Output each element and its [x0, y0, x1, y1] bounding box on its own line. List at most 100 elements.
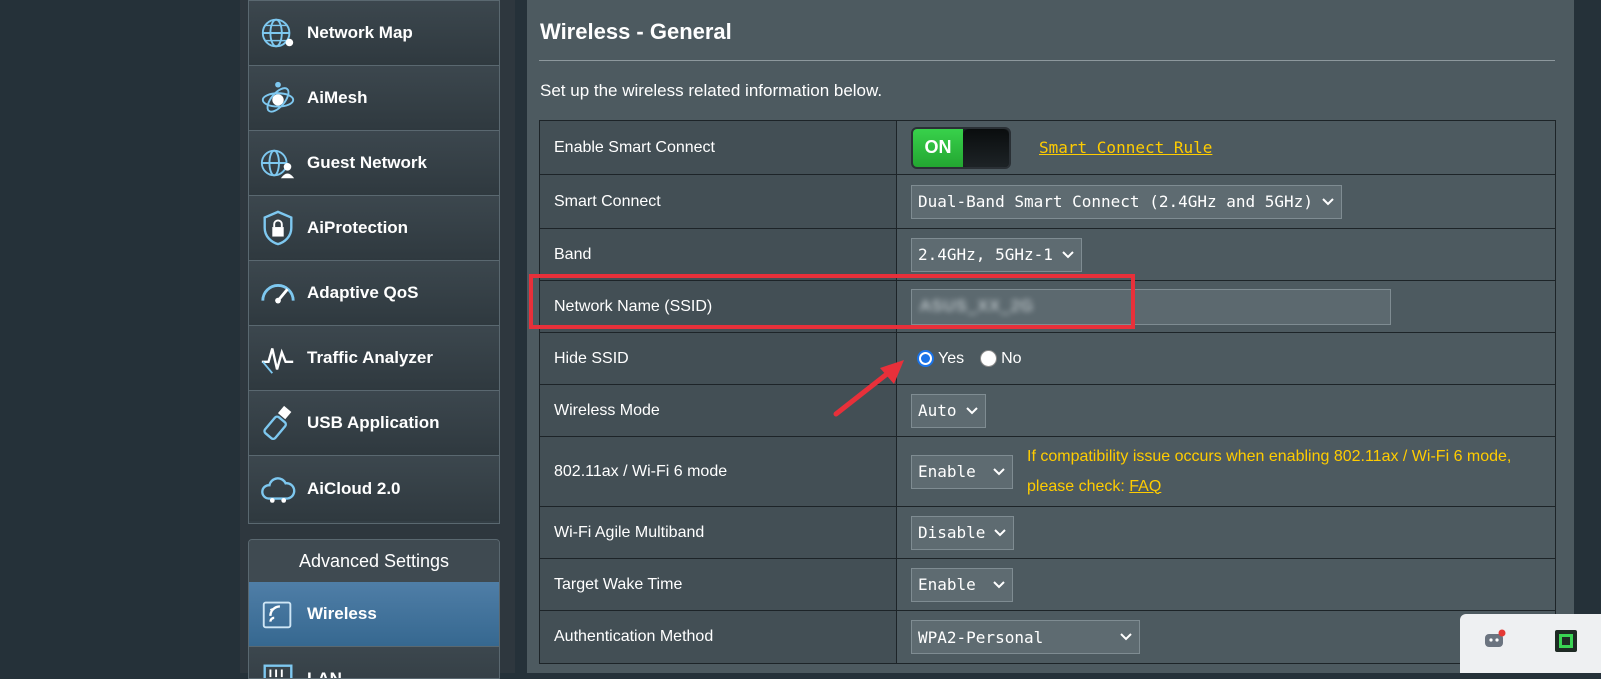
advanced-settings-menu: Advanced Settings Wireless LAN [248, 539, 500, 679]
chat-icon[interactable] [1482, 628, 1508, 659]
row-label: Hide SSID [540, 333, 897, 384]
app-icon[interactable] [1553, 628, 1579, 659]
smart-connect-rule-link[interactable]: Smart Connect Rule [1039, 138, 1212, 157]
lan-icon [257, 658, 299, 678]
sidebar-item-guest-network[interactable]: Guest Network [249, 131, 499, 196]
row-value: Enable If compatibility issue occurs whe… [897, 437, 1555, 506]
row-value: WPA2-Personal [897, 611, 1555, 663]
row-label: Enable Smart Connect [540, 121, 897, 174]
usb-application-icon [257, 402, 299, 444]
row-label: Authentication Method [540, 611, 897, 663]
sidebar-item-aiprotection[interactable]: AiProtection [249, 196, 499, 261]
radio-label-yes: Yes [938, 349, 965, 367]
row-enable-smart-connect: Enable Smart Connect ON Smart Connect Ru… [540, 121, 1555, 175]
select-value: Enable [918, 462, 976, 481]
wireless-mode-select[interactable]: Auto [911, 393, 986, 428]
sidebar-item-adaptive-qos[interactable]: Adaptive QoS [249, 261, 499, 326]
sidebar-item-wireless[interactable]: Wireless [249, 582, 499, 647]
authentication-method-select[interactable]: WPA2-Personal [911, 620, 1140, 654]
chevron-down-icon [1061, 250, 1075, 260]
compat-note-line1: If compatibility issue occurs when enabl… [1027, 447, 1512, 465]
compat-note-line2: please check: [1027, 477, 1130, 495]
row-label: Band [540, 229, 897, 280]
row-wifi6-mode: 802.11ax / Wi-Fi 6 mode Enable If compat… [540, 437, 1555, 507]
compatibility-note: If compatibility issue occurs when enabl… [1027, 442, 1511, 502]
row-label: Network Name (SSID) [540, 281, 897, 332]
row-label: Target Wake Time [540, 559, 897, 610]
sidebar-item-usb-application[interactable]: USB Application [249, 391, 499, 456]
chevron-down-icon [993, 528, 1007, 538]
row-value: ASUS_XX_2G [897, 281, 1555, 332]
hide-ssid-no-radio[interactable] [980, 350, 998, 367]
row-value: Auto [897, 385, 1555, 436]
sidebar-item-label: Wireless [307, 604, 377, 623]
agile-multiband-select[interactable]: Disable [911, 515, 1015, 550]
sidebar-item-label: Traffic Analyzer [307, 348, 433, 367]
select-value: Dual-Band Smart Connect (2.4GHz and 5GHz… [918, 192, 1313, 211]
radio-label-no: No [1001, 349, 1022, 367]
row-label: Wireless Mode [540, 385, 897, 436]
band-select[interactable]: 2.4GHz, 5GHz-1 [911, 237, 1082, 272]
sidebar-item-label: LAN [307, 669, 342, 679]
smart-connect-toggle[interactable]: ON [911, 126, 1011, 169]
select-value: Disable [918, 523, 986, 542]
row-wireless-mode: Wireless Mode Auto [540, 385, 1555, 437]
general-menu: Network Map AiMesh Guest Network AiProte… [248, 0, 500, 524]
row-value: ON Smart Connect Rule [897, 121, 1555, 174]
chevron-down-icon [965, 406, 979, 416]
row-ssid: Network Name (SSID) ASUS_XX_2G [540, 281, 1555, 333]
left-navigation: Network Map AiMesh Guest Network AiProte… [240, 0, 515, 679]
sidebar-item-label: Network Map [307, 23, 413, 42]
select-value: 2.4GHz, 5GHz-1 [918, 245, 1053, 264]
row-value: Enable [897, 559, 1555, 610]
sidebar-item-lan[interactable]: LAN [249, 647, 499, 679]
ssid-input[interactable]: ASUS_XX_2G [911, 288, 1391, 325]
sidebar-item-label: Guest Network [307, 153, 427, 172]
settings-table: Enable Smart Connect ON Smart Connect Ru… [539, 120, 1556, 664]
adaptive-qos-icon [257, 272, 299, 314]
sidebar-item-label: AiMesh [307, 88, 368, 107]
traffic-analyzer-icon [257, 337, 299, 379]
page-description: Set up the wireless related information … [540, 81, 883, 100]
guest-network-icon [257, 142, 299, 184]
sidebar-item-network-map[interactable]: Network Map [249, 1, 499, 66]
sidebar-item-traffic-analyzer[interactable]: Traffic Analyzer [249, 326, 499, 391]
select-value: Enable [918, 575, 976, 594]
row-authentication-method: Authentication Method WPA2-Personal [540, 611, 1555, 663]
row-label: 802.11ax / Wi-Fi 6 mode [540, 437, 897, 506]
target-wake-time-select[interactable]: Enable [911, 567, 1013, 602]
network-map-icon [257, 12, 299, 54]
row-label: Smart Connect [540, 175, 897, 228]
wireless-icon [257, 593, 299, 635]
faq-link[interactable]: FAQ [1129, 478, 1161, 495]
smart-connect-select[interactable]: Dual-Band Smart Connect (2.4GHz and 5GHz… [911, 184, 1342, 219]
chevron-down-icon [1119, 632, 1133, 642]
row-agile-multiband: Wi-Fi Agile Multiband Disable [540, 507, 1555, 559]
row-smart-connect: Smart Connect Dual-Band Smart Connect (2… [540, 175, 1555, 229]
chevron-down-icon [992, 580, 1006, 590]
row-band: Band 2.4GHz, 5GHz-1 [540, 229, 1555, 281]
aicloud-icon [257, 468, 299, 510]
floating-widget [1460, 614, 1601, 673]
hide-ssid-radio-group: Yes No [917, 350, 1034, 368]
advanced-settings-title: Advanced Settings [249, 540, 499, 582]
row-value: Yes No [897, 333, 1555, 384]
row-label: Wi-Fi Agile Multiband [540, 507, 897, 558]
sidebar-item-aimesh[interactable]: AiMesh [249, 66, 499, 131]
toggle-knob [963, 128, 1009, 167]
select-value: WPA2-Personal [918, 627, 1044, 647]
aiprotection-icon [257, 207, 299, 249]
row-value: Dual-Band Smart Connect (2.4GHz and 5GHz… [897, 175, 1555, 228]
select-value: Auto [918, 401, 957, 420]
row-value: 2.4GHz, 5GHz-1 [897, 229, 1555, 280]
hide-ssid-yes-radio[interactable] [917, 350, 934, 367]
wifi6-mode-select[interactable]: Enable [911, 454, 1013, 489]
sidebar-item-label: USB Application [307, 413, 440, 432]
page-title: Wireless - General [540, 19, 732, 44]
chevron-down-icon [1321, 197, 1335, 207]
sidebar-item-aicloud[interactable]: AiCloud 2.0 [249, 456, 499, 521]
title-divider [539, 60, 1555, 61]
row-value: Disable [897, 507, 1555, 558]
chevron-down-icon [992, 467, 1006, 477]
aimesh-icon [257, 77, 299, 119]
